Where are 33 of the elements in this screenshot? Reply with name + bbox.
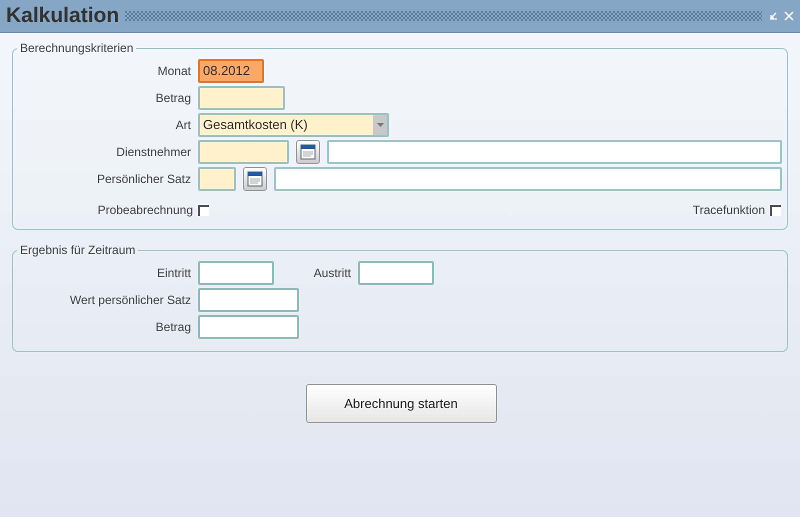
input-field[interactable] xyxy=(198,140,289,164)
window-title: Kalkulation xyxy=(6,3,120,30)
input-field[interactable] xyxy=(358,261,434,285)
calendar-icon[interactable] xyxy=(243,167,267,191)
field-label: Monat xyxy=(156,63,191,80)
field-label: Art xyxy=(174,117,191,134)
description-field[interactable] xyxy=(327,140,782,164)
input-field[interactable]: 08.2012 xyxy=(198,59,264,83)
field-label: Austritt xyxy=(312,265,351,282)
field-label: Wert persönlicher Satz xyxy=(68,292,191,309)
panel-legend: Ergebnis für Zeitraum xyxy=(17,241,138,259)
checkbox[interactable] xyxy=(770,204,781,216)
checkbox-label: Tracefunktion xyxy=(692,202,765,219)
calendar-icon[interactable] xyxy=(296,140,320,164)
minimize-icon[interactable] xyxy=(768,11,778,21)
input-field[interactable] xyxy=(198,167,236,191)
checkbox[interactable] xyxy=(198,204,209,216)
field-label: Betrag xyxy=(154,90,191,107)
description-field[interactable] xyxy=(274,167,782,191)
input-field[interactable] xyxy=(198,261,274,285)
field-label: Eintritt xyxy=(156,265,191,282)
input-field[interactable] xyxy=(198,315,299,339)
checkbox-label: Probeabrechnung xyxy=(98,202,193,219)
field-label: Persönlicher Satz xyxy=(96,171,191,188)
field-label: Betrag xyxy=(154,319,191,336)
input-field[interactable] xyxy=(198,288,299,312)
input-field[interactable] xyxy=(198,86,285,110)
dropdown[interactable]: Gesamtkosten (K) xyxy=(198,113,389,137)
caret-icon xyxy=(376,123,384,127)
start-button[interactable]: Abrechnung starten xyxy=(306,384,496,423)
panel-legend: Berechnungskriterien xyxy=(17,39,136,57)
field-label: Dienstnehmer xyxy=(115,144,191,161)
close-icon[interactable] xyxy=(784,11,794,21)
